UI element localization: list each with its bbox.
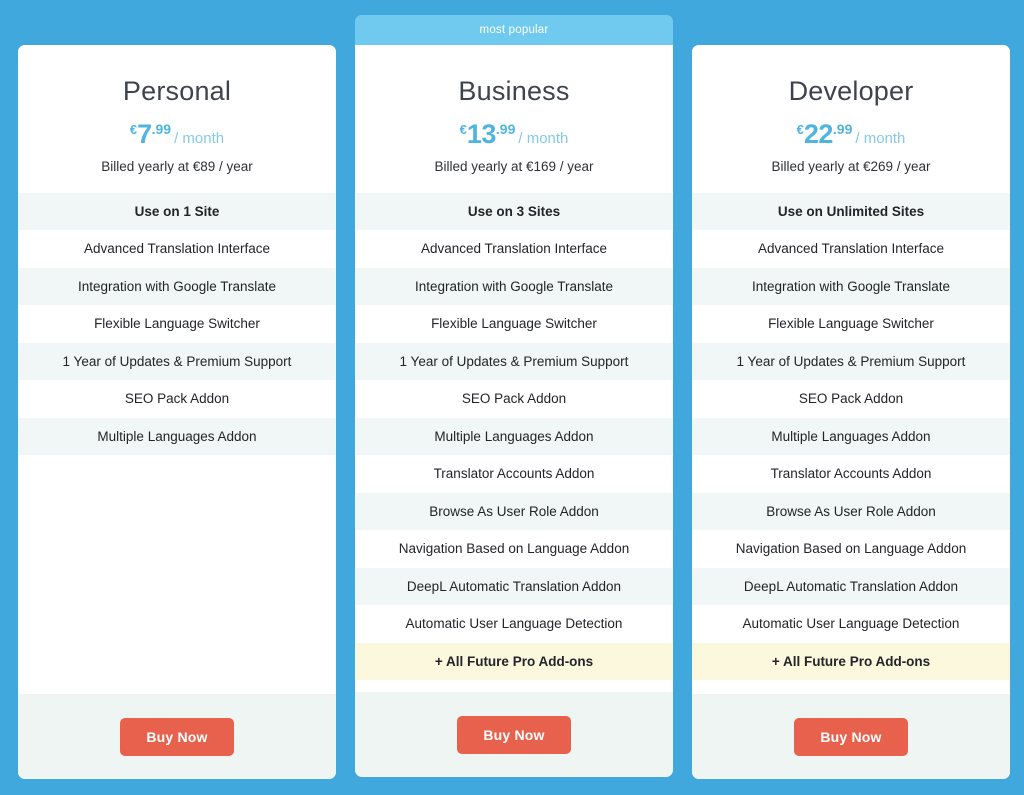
- price-amount: 7: [137, 118, 152, 149]
- feature-row: Integration with Google Translate: [692, 267, 1010, 306]
- plan-title: Personal: [122, 76, 232, 106]
- billing-note: Billed yearly at €89 / year: [101, 158, 253, 174]
- price-cents: .99: [495, 120, 516, 137]
- pricing-card-personal[interactable]: Personal €7.99/ month Billed yearly at €…: [18, 45, 336, 779]
- feature-row: Browse As User Role Addon: [355, 492, 673, 531]
- plan-price: €22.99/ month: [692, 118, 1010, 149]
- feature-row: Automatic User Language Detection: [692, 605, 1010, 643]
- feature-row: DeepL Automatic Translation Addon: [355, 567, 673, 606]
- feature-list-spacer: [18, 455, 336, 694]
- card-header: Developer €22.99/ month Billed yearly at…: [692, 45, 1010, 193]
- card-header: Business €13.99/ month Billed yearly at …: [355, 45, 673, 193]
- feature-row: SEO Pack Addon: [692, 380, 1010, 418]
- card-body: Business €13.99/ month Billed yearly at …: [355, 45, 673, 777]
- feature-row: Advanced Translation Interface: [355, 230, 673, 268]
- plan-title: Business: [458, 76, 570, 106]
- billing-note: Billed yearly at €169 / year: [434, 158, 594, 174]
- feature-row: Navigation Based on Language Addon: [692, 530, 1010, 568]
- feature-row: 1 Year of Updates & Premium Support: [18, 342, 336, 381]
- billing-note: Billed yearly at €269 / year: [771, 158, 931, 174]
- feature-row: 1 Year of Updates & Premium Support: [692, 342, 1010, 381]
- feature-row: Multiple Languages Addon: [692, 417, 1010, 456]
- pricing-card-developer[interactable]: Developer €22.99/ month Billed yearly at…: [692, 45, 1010, 779]
- feature-row: 1 Year of Updates & Premium Support: [355, 342, 673, 381]
- price-cents: .99: [832, 120, 853, 137]
- plan-price: €7.99/ month: [18, 118, 336, 149]
- most-popular-badge: most popular: [355, 15, 673, 45]
- pricing-card-business[interactable]: most popular Business €13.99/ month Bill…: [355, 15, 673, 777]
- feature-row: + All Future Pro Add-ons: [692, 642, 1010, 681]
- price-period: / month: [518, 129, 569, 147]
- feature-list: Use on Unlimited Sites Advanced Translati…: [692, 192, 1010, 694]
- feature-row: Use on Unlimited Sites: [692, 192, 1010, 231]
- feature-row: Use on 1 Site: [18, 192, 336, 231]
- buy-now-button[interactable]: Buy Now: [794, 717, 908, 756]
- price-currency: €: [459, 121, 467, 137]
- price-currency: €: [796, 121, 804, 137]
- feature-row: Flexible Language Switcher: [18, 305, 336, 343]
- feature-row: Multiple Languages Addon: [18, 417, 336, 456]
- price-cents: .99: [151, 120, 172, 137]
- feature-row: SEO Pack Addon: [18, 380, 336, 418]
- card-body: Personal €7.99/ month Billed yearly at €…: [18, 45, 336, 779]
- feature-row: Translator Accounts Addon: [355, 455, 673, 493]
- feature-row: DeepL Automatic Translation Addon: [692, 567, 1010, 606]
- feature-row: Integration with Google Translate: [355, 267, 673, 306]
- feature-row: Browse As User Role Addon: [692, 492, 1010, 531]
- buy-now-button[interactable]: Buy Now: [457, 715, 571, 754]
- card-footer: Buy Now: [355, 692, 673, 777]
- feature-row: SEO Pack Addon: [355, 380, 673, 418]
- feature-row: Navigation Based on Language Addon: [355, 530, 673, 568]
- feature-list: Use on 1 Site Advanced Translation Interf…: [18, 192, 336, 694]
- feature-row: Integration with Google Translate: [18, 267, 336, 306]
- feature-row: Translator Accounts Addon: [692, 455, 1010, 493]
- card-body: Developer €22.99/ month Billed yearly at…: [692, 45, 1010, 779]
- feature-row: Automatic User Language Detection: [355, 605, 673, 643]
- feature-row: Advanced Translation Interface: [692, 230, 1010, 268]
- pricing-table: Personal €7.99/ month Billed yearly at €…: [0, 0, 1024, 795]
- feature-list-spacer: [355, 680, 673, 692]
- feature-row: Use on 3 Sites: [355, 192, 673, 231]
- plan-title: Developer: [788, 76, 914, 106]
- feature-row: Advanced Translation Interface: [18, 230, 336, 268]
- plan-price: €13.99/ month: [355, 118, 673, 149]
- feature-list: Use on 3 Sites Advanced Translation Inter…: [355, 192, 673, 692]
- card-footer: Buy Now: [18, 694, 336, 779]
- price-currency: €: [129, 121, 138, 137]
- feature-row: Flexible Language Switcher: [692, 305, 1010, 343]
- card-footer: Buy Now: [692, 694, 1010, 779]
- price-period: / month: [174, 129, 225, 147]
- feature-row: Multiple Languages Addon: [355, 417, 673, 456]
- feature-list-spacer: [692, 680, 1010, 694]
- feature-row: Flexible Language Switcher: [355, 305, 673, 343]
- price-amount: 22: [803, 118, 834, 149]
- card-header: Personal €7.99/ month Billed yearly at €…: [18, 45, 336, 193]
- price-amount: 13: [466, 118, 497, 149]
- feature-row: + All Future Pro Add-ons: [355, 642, 673, 681]
- buy-now-button[interactable]: Buy Now: [120, 717, 234, 756]
- price-period: / month: [855, 129, 906, 147]
